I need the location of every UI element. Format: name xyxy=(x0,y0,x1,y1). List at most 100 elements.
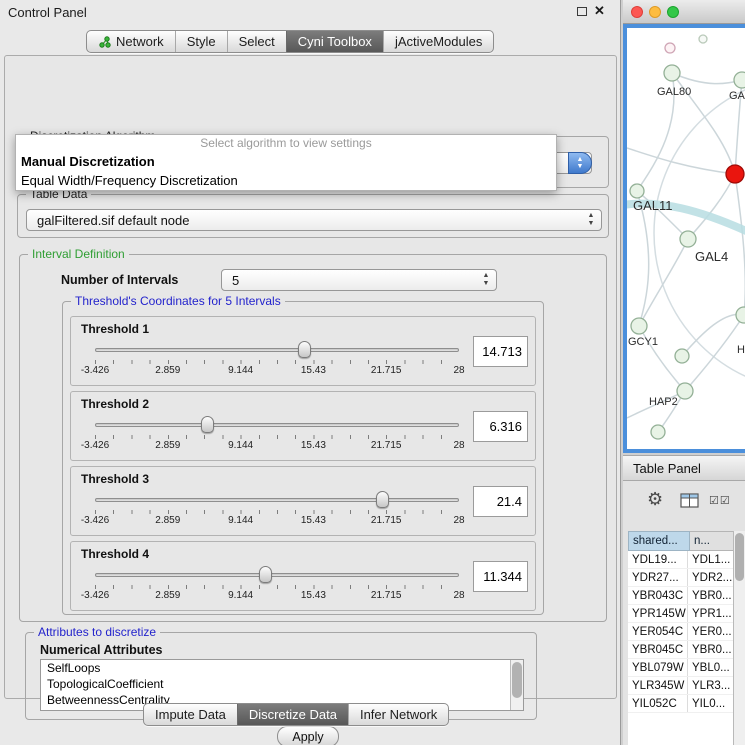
table-panel-header: Table Panel xyxy=(623,455,745,481)
tab-select[interactable]: Select xyxy=(227,31,286,52)
table-header-row: shared... n... xyxy=(628,531,742,551)
float-panel-icon[interactable] xyxy=(577,7,587,16)
slider-scale: -3.4262.8599.14415.4321.71528 xyxy=(95,365,459,377)
slider-thumb[interactable] xyxy=(201,416,214,433)
table-panel-title: Table Panel xyxy=(633,461,701,476)
combobox-stepper-icon: ▲▼ xyxy=(586,212,596,228)
gear-icon[interactable]: ⚙ xyxy=(647,489,663,510)
threshold-label: Threshold 3 xyxy=(81,472,149,486)
table-row[interactable]: YDR27...YDR2... xyxy=(628,569,733,587)
list-item[interactable]: SelfLoops xyxy=(41,660,523,676)
network-node-label[interactable]: GAL11 xyxy=(633,198,673,213)
slider-ticks xyxy=(95,360,459,364)
select-columns-icon[interactable]: ☑☑ xyxy=(709,494,731,507)
zoom-window-icon[interactable] xyxy=(667,6,679,18)
thresholds-group: Threshold's Coordinates for 5 Intervals … xyxy=(62,301,544,615)
thresholds-group-title: Threshold's Coordinates for 5 Intervals xyxy=(71,294,285,308)
threshold-label: Threshold 2 xyxy=(81,397,149,411)
table-row[interactable]: YBL079WYBL0... xyxy=(628,659,733,677)
network-node-label[interactable]: H xyxy=(737,344,745,356)
threshold-slider[interactable] xyxy=(95,341,459,359)
network-node-label[interactable]: GCY1 xyxy=(628,336,658,348)
threshold-slider[interactable] xyxy=(95,491,459,509)
slider-track[interactable] xyxy=(95,498,459,502)
columns-icon[interactable] xyxy=(680,493,699,508)
combobox-arrows-icon[interactable]: ▲▼ xyxy=(568,152,592,174)
slider-track[interactable] xyxy=(95,573,459,577)
table-row[interactable]: YPR145WYPR1... xyxy=(628,605,733,623)
network-canvas-frame: GAL80 GAL GAL11 GAL4 GCY1 HAP2 H xyxy=(623,24,745,453)
table-row[interactable]: YDL19...YDL1... xyxy=(628,551,733,569)
bottom-tab-bar: Impute Data Discretize Data Infer Networ… xyxy=(143,703,449,726)
slider-track[interactable] xyxy=(95,423,459,427)
numerical-attributes-label: Numerical Attributes xyxy=(40,643,162,657)
slider-ticks xyxy=(95,585,459,589)
table-row[interactable]: YBR045CYBR0... xyxy=(628,641,733,659)
threshold-slider[interactable] xyxy=(95,566,459,584)
table-row[interactable]: YBR043CYBR0... xyxy=(628,587,733,605)
tab-label: Network xyxy=(116,34,164,49)
tab-infer-network[interactable]: Infer Network xyxy=(348,704,448,725)
threshold-value-field[interactable] xyxy=(473,411,528,442)
number-of-intervals-combobox[interactable]: 5 ▲▼ xyxy=(221,269,497,291)
network-node-label[interactable]: GAL80 xyxy=(657,86,691,98)
threshold-label: Threshold 1 xyxy=(81,322,149,336)
table-row[interactable]: YIL052CYIL0... xyxy=(628,695,733,713)
tab-label: Select xyxy=(239,34,275,49)
tab-discretize-data[interactable]: Discretize Data xyxy=(237,704,348,725)
threshold-value-field[interactable] xyxy=(473,336,528,367)
table-row[interactable]: YER054CYER0... xyxy=(628,623,733,641)
table-row[interactable]: YLR345WYLR3... xyxy=(628,677,733,695)
slider-thumb[interactable] xyxy=(376,491,389,508)
cyni-toolbox-panel: Discretization Algorithm ▲▼ Select algor… xyxy=(4,55,617,699)
tab-cyni-toolbox[interactable]: Cyni Toolbox xyxy=(286,31,383,52)
threshold-panel: Threshold 1 -3.4262.8599.14415.4321.7152… xyxy=(70,316,536,386)
window-title: Control Panel xyxy=(8,5,87,20)
tab-impute-data[interactable]: Impute Data xyxy=(144,704,237,725)
network-canvas[interactable]: GAL80 GAL GAL11 GAL4 GCY1 HAP2 H xyxy=(627,28,745,449)
network-node-label[interactable]: GAL xyxy=(729,90,745,102)
network-node-label[interactable]: HAP2 xyxy=(649,396,678,408)
slider-thumb[interactable] xyxy=(298,341,311,358)
minimize-window-icon[interactable] xyxy=(649,6,661,18)
table-toolbar: ⚙ ☑☑ xyxy=(623,481,745,523)
table-data-combobox[interactable]: galFiltered.sif default node ▲▼ xyxy=(26,209,602,231)
tab-jactivemodules[interactable]: jActiveModules xyxy=(383,31,493,52)
tab-label: Discretize Data xyxy=(249,707,337,722)
table-scrollbar[interactable] xyxy=(733,531,745,745)
slider-scale: -3.4262.8599.14415.4321.71528 xyxy=(95,590,459,602)
close-panel-icon[interactable]: ✕ xyxy=(594,3,605,19)
apply-button[interactable]: Apply xyxy=(277,726,339,745)
control-panel-window: Control Panel ✕ Network Style Select xyxy=(0,0,621,745)
attributes-group-title: Attributes to discretize xyxy=(34,625,160,639)
scrollbar-thumb[interactable] xyxy=(512,662,522,698)
threshold-value-field[interactable] xyxy=(473,486,528,517)
list-scrollbar[interactable] xyxy=(510,660,523,710)
tab-label: Cyni Toolbox xyxy=(298,34,372,49)
threshold-panel: Threshold 3 -3.4262.8599.14415.4321.7152… xyxy=(70,466,536,536)
slider-track[interactable] xyxy=(95,348,459,352)
table-data-selected-value: galFiltered.sif default node xyxy=(37,213,189,228)
dropdown-item-equal-width-frequency[interactable]: Equal Width/Frequency Discretization xyxy=(16,171,556,190)
threshold-value-field[interactable] xyxy=(473,561,528,592)
network-view-window: GAL80 GAL GAL11 GAL4 GCY1 HAP2 H xyxy=(623,0,745,453)
tab-network[interactable]: Network xyxy=(87,31,175,52)
slider-scale: -3.4262.8599.14415.4321.71528 xyxy=(95,440,459,452)
threshold-slider[interactable] xyxy=(95,416,459,434)
slider-thumb[interactable] xyxy=(259,566,272,583)
column-header-shared-name[interactable]: shared... xyxy=(628,531,690,551)
slider-ticks xyxy=(95,435,459,439)
network-icon xyxy=(98,36,111,48)
slider-ticks xyxy=(95,510,459,514)
combobox-stepper-icon: ▲▼ xyxy=(481,272,491,288)
network-node-label[interactable]: GAL4 xyxy=(695,249,728,264)
scrollbar-thumb[interactable] xyxy=(735,533,744,581)
tab-label: jActiveModules xyxy=(395,34,482,49)
dropdown-item-manual-discretization[interactable]: Manual Discretization xyxy=(16,152,556,171)
close-window-icon[interactable] xyxy=(631,6,643,18)
threshold-panel: Threshold 4 -3.4262.8599.14415.4321.7152… xyxy=(70,541,536,611)
tab-style[interactable]: Style xyxy=(175,31,227,52)
threshold-label: Threshold 4 xyxy=(81,547,149,561)
list-item[interactable]: TopologicalCoefficient xyxy=(41,676,523,692)
network-window-titlebar[interactable] xyxy=(623,0,745,24)
